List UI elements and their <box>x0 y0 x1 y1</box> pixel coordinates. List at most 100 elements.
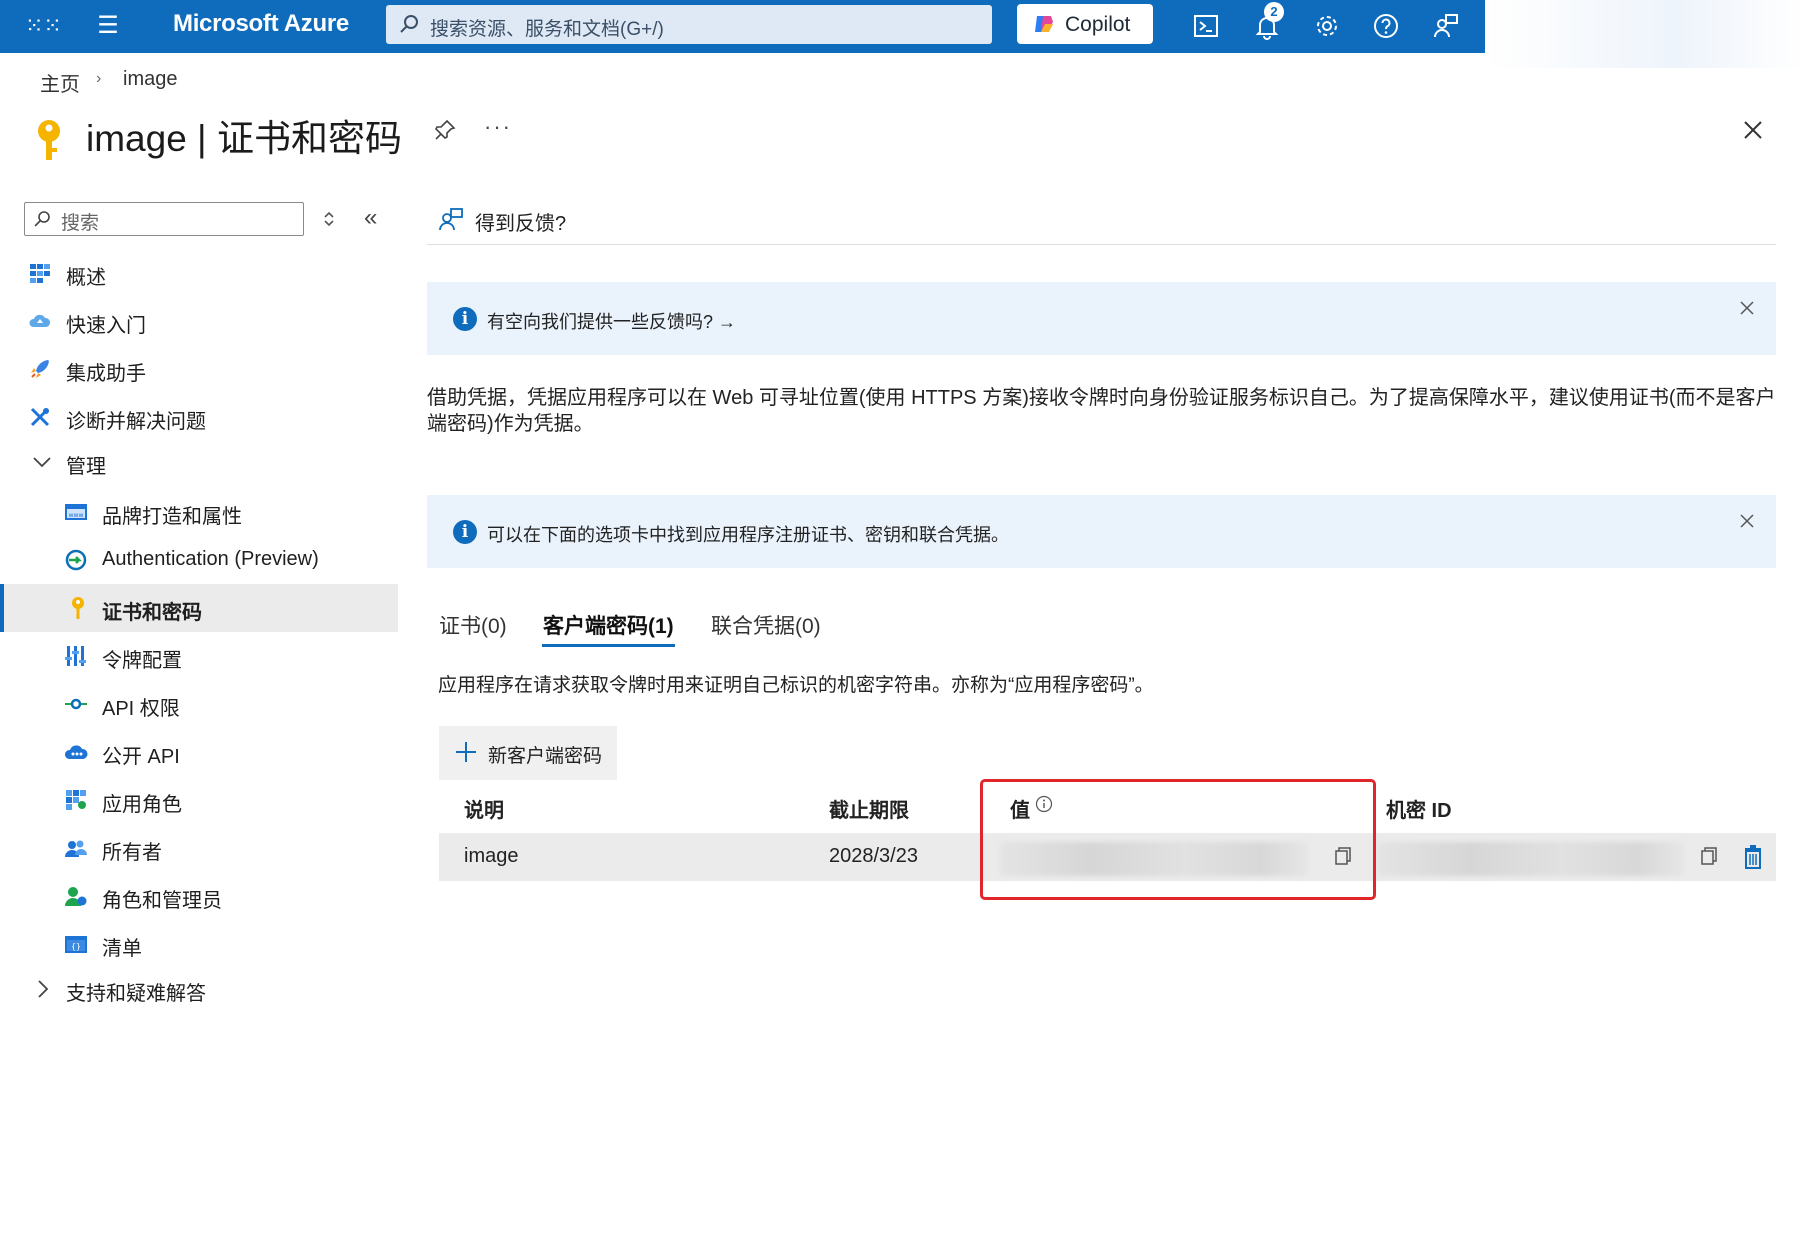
secret-id-redacted[interactable] <box>1378 842 1684 876</box>
overview-grid-icon <box>30 264 50 283</box>
nav-item-label: 应用角色 <box>102 794 182 816</box>
divider <box>427 244 1776 245</box>
search-icon <box>400 15 418 33</box>
settings-gear-icon[interactable] <box>1313 12 1341 40</box>
highlight-box <box>980 779 1376 900</box>
authentication-icon <box>65 549 87 571</box>
close-icon[interactable] <box>1738 512 1756 530</box>
nav-item-label: 令牌配置 <box>102 650 182 672</box>
global-search-input[interactable]: 搜索资源、服务和文档(G+/) <box>386 5 992 44</box>
brand-title[interactable]: Microsoft Azure <box>173 10 349 38</box>
info-icon: i <box>453 520 477 544</box>
nav-item-label: 品牌打造和属性 <box>102 506 242 528</box>
nav-group-support[interactable]: 支持和疑难解答 <box>0 967 398 1011</box>
nav-item-expose-api[interactable]: 公开 API <box>0 730 398 774</box>
feedback-person-icon[interactable] <box>1432 12 1460 40</box>
feedback-link[interactable]: 得到反馈? <box>475 207 566 236</box>
nav-item-label: 所有者 <box>102 842 162 864</box>
nav-item-label: 概述 <box>66 267 106 289</box>
nav-search-placeholder: 搜索 <box>61 213 100 234</box>
banner-message[interactable]: 有空向我们提供一些反馈吗? → <box>487 308 736 334</box>
rocket-icon <box>31 360 49 378</box>
banner-message: 可以在下面的选项卡中找到应用程序注册证书、密钥和联合凭据。 <box>487 525 1009 545</box>
nav-item-roles-admins[interactable]: 角色和管理员 <box>0 874 398 918</box>
nav-item-branding[interactable]: www 品牌打造和属性 <box>0 490 398 534</box>
info-icon: i <box>453 307 477 331</box>
manifest-icon: {} <box>65 936 87 953</box>
close-icon[interactable] <box>1738 299 1756 317</box>
app-launcher-icon[interactable]: ⁙⁙ <box>25 13 62 39</box>
nav-item-authentication[interactable]: Authentication (Preview) <box>0 538 398 582</box>
search-icon <box>34 211 50 227</box>
cloud-shell-icon[interactable] <box>1192 12 1220 40</box>
nav-item-label: API 权限 <box>102 698 180 720</box>
nav-item-label: 角色和管理员 <box>102 890 222 912</box>
copilot-label: Copilot <box>1065 13 1131 36</box>
nav-group-manage[interactable]: 管理 <box>0 440 398 484</box>
token-bars-icon <box>65 646 86 666</box>
tab-federated-credentials[interactable]: 联合凭据(0) <box>711 610 821 640</box>
roles-admins-icon <box>65 887 87 906</box>
nav-search-input[interactable]: 搜索 <box>24 202 304 236</box>
sort-updown-icon[interactable] <box>318 208 340 230</box>
nav-item-api-permissions[interactable]: API 权限 <box>0 682 398 726</box>
close-icon[interactable] <box>1741 118 1765 142</box>
nav-item-quickstart[interactable]: 快速入门 <box>0 299 398 343</box>
nav-item-diagnose[interactable]: 诊断并解决问题 <box>0 395 398 439</box>
svg-text:www: www <box>69 512 84 519</box>
feedback-person-icon[interactable] <box>438 206 464 232</box>
owners-icon <box>65 840 87 857</box>
nav-item-label: 清单 <box>102 938 142 960</box>
wrench-icon <box>30 407 50 427</box>
menu-icon[interactable]: ☰ <box>95 13 121 39</box>
nav-item-label: Authentication (Preview) <box>102 548 319 570</box>
column-header-secret-id: 机密 ID <box>1386 800 1452 822</box>
new-client-secret-button[interactable]: 新客户端密码 <box>439 726 617 780</box>
breadcrumb-chevron-icon: › <box>96 70 102 87</box>
nav-item-label: 集成助手 <box>66 363 146 385</box>
cloud-api-icon <box>64 745 88 759</box>
active-tab-indicator <box>542 644 675 647</box>
copilot-button[interactable]: Copilot <box>1017 4 1153 44</box>
api-permission-icon <box>65 698 87 710</box>
tab-certificates[interactable]: 证书(0) <box>439 610 507 640</box>
secret-expires: 2028/3/23 <box>829 845 918 867</box>
nav-item-app-roles[interactable]: 应用角色 <box>0 778 398 822</box>
new-client-secret-label: 新客户端密码 <box>488 746 603 767</box>
nav-item-label: 证书和密码 <box>102 602 202 624</box>
feedback-banner: i 有空向我们提供一些反馈吗? → <box>427 282 1776 355</box>
branding-icon: www <box>65 504 87 520</box>
plus-icon <box>456 742 476 762</box>
nav-item-label: 诊断并解决问题 <box>66 411 206 433</box>
more-options-icon[interactable]: ··· <box>484 114 512 140</box>
pin-icon[interactable] <box>433 118 457 142</box>
breadcrumb-home[interactable]: 主页 <box>40 68 80 97</box>
nav-item-owners[interactable]: 所有者 <box>0 826 398 870</box>
nav-item-label: 公开 API <box>102 746 180 768</box>
secret-description: image <box>464 845 519 867</box>
nav-item-integration-assistant[interactable]: 集成助手 <box>0 347 398 391</box>
app-roles-icon <box>66 790 86 810</box>
column-header-description: 说明 <box>464 800 504 822</box>
tab-client-secrets[interactable]: 客户端密码(1) <box>543 610 674 640</box>
nav-item-token-config[interactable]: 令牌配置 <box>0 634 398 678</box>
key-icon <box>72 597 84 619</box>
account-area[interactable] <box>1485 0 1805 68</box>
notification-count-badge: 2 <box>1264 2 1284 22</box>
breadcrumb-current[interactable]: image <box>123 68 177 91</box>
nav-item-certificates-secrets[interactable]: 证书和密码 <box>0 584 398 632</box>
cloud-quickstart-icon <box>29 314 51 327</box>
copilot-logo-icon <box>1035 16 1053 32</box>
nav-item-label: 支持和疑难解答 <box>66 983 206 1005</box>
nav-item-overview[interactable]: 概述 <box>0 251 398 295</box>
delete-trash-icon[interactable] <box>1742 844 1764 870</box>
client-secret-description: 应用程序在请求获取令牌时用来证明自己标识的机密字符串。亦称为“应用程序密码”。 <box>438 675 1154 696</box>
nav-item-manifest[interactable]: {} 清单 <box>0 922 398 966</box>
nav-item-label: 管理 <box>66 456 106 478</box>
selected-indicator <box>0 584 4 632</box>
collapse-nav-icon[interactable]: « <box>364 204 377 232</box>
search-placeholder: 搜索资源、服务和文档(G+/) <box>430 19 664 40</box>
help-icon[interactable] <box>1372 12 1400 40</box>
svg-text:{}: {} <box>71 942 81 951</box>
copy-icon[interactable] <box>1699 846 1719 866</box>
